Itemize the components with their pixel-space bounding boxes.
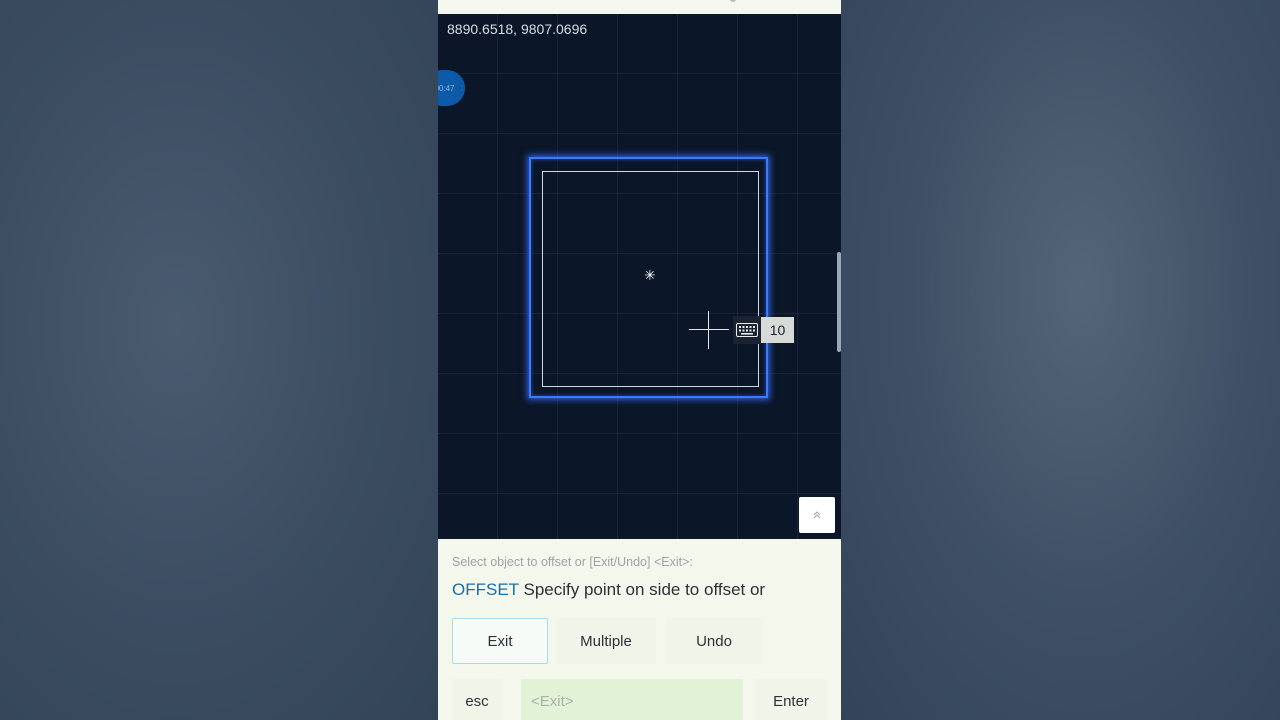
top-bar xyxy=(438,0,841,14)
video-background-left xyxy=(0,0,438,720)
option-multiple-button[interactable]: Multiple xyxy=(556,618,656,664)
command-panel: Select object to offset or [Exit/Undo] <… xyxy=(438,539,841,720)
app-screen: 8890.6518, 9807.0696 00:47 ✳ 10 xyxy=(438,0,841,720)
dynamic-input-value[interactable]: 10 xyxy=(761,317,794,343)
command-input[interactable] xyxy=(521,679,743,720)
expand-panel-button[interactable] xyxy=(799,497,835,533)
canvas-scroll-handle[interactable] xyxy=(837,252,841,352)
current-command-line: OFFSET Specify point on side to offset o… xyxy=(452,580,765,600)
recording-timer-badge[interactable]: 00:47 xyxy=(438,70,465,106)
drawing-canvas[interactable]: 8890.6518, 9807.0696 00:47 ✳ 10 xyxy=(438,14,841,539)
option-undo-button[interactable]: Undo xyxy=(666,618,762,664)
option-exit-button[interactable]: Exit xyxy=(452,618,548,664)
crosshair-vertical xyxy=(708,311,709,349)
keyboard-button[interactable] xyxy=(733,316,761,344)
keyboard-icon xyxy=(736,323,758,337)
center-marker-icon: ✳ xyxy=(644,268,656,284)
crosshair-horizontal xyxy=(689,329,729,330)
command-name: OFFSET xyxy=(452,580,519,599)
top-bar-indicator xyxy=(730,0,736,2)
esc-button[interactable]: esc xyxy=(452,679,502,720)
command-prompt: Specify point on side to offset or xyxy=(523,580,766,599)
coordinate-readout: 8890.6518, 9807.0696 xyxy=(447,21,588,37)
video-background-right xyxy=(841,0,1280,720)
enter-button[interactable]: Enter xyxy=(755,679,827,720)
chevron-up-double-icon xyxy=(813,511,821,519)
previous-command-prompt: Select object to offset or [Exit/Undo] <… xyxy=(452,555,693,569)
